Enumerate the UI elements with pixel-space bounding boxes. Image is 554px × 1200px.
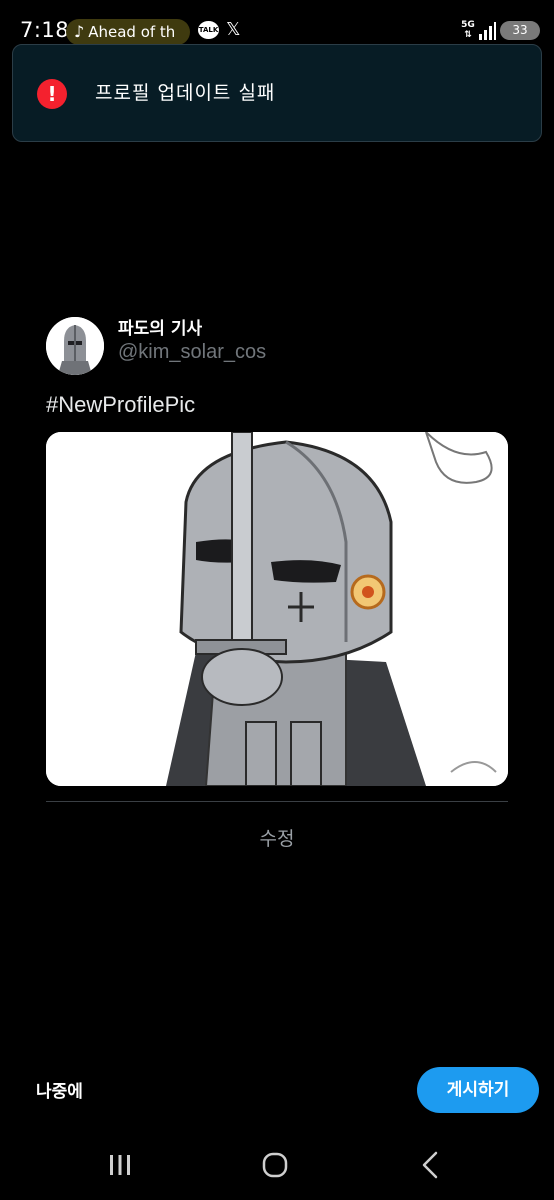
recent-apps-icon[interactable] [108, 1153, 132, 1177]
signal-icon [479, 22, 496, 40]
battery-level: 33 [512, 23, 528, 37]
battery-icon: 33 [500, 21, 540, 40]
user-handle: @kim_solar_cos [118, 341, 267, 363]
error-toast[interactable]: ! 프로필 업데이트 실패 [12, 44, 542, 142]
home-icon[interactable] [262, 1152, 288, 1178]
knight-avatar-image [46, 317, 104, 375]
divider [46, 801, 508, 802]
post-text: #NewProfilePic [46, 392, 196, 417]
display-name: 파도의 기사 [118, 319, 203, 339]
back-icon[interactable] [420, 1151, 440, 1179]
music-note-icon: ♪ [74, 22, 85, 41]
later-button[interactable]: 나중에 [36, 1077, 83, 1102]
error-icon: ! [37, 79, 67, 109]
post-button[interactable]: 게시하기 [417, 1067, 539, 1113]
toast-message: 프로필 업데이트 실패 [95, 82, 276, 104]
network-icon: 5G ⇅ [461, 20, 475, 40]
kakaotalk-icon: TALK [198, 21, 219, 39]
edit-button[interactable]: 수정 [0, 824, 554, 851]
media-chip[interactable]: ♪ Ahead of th [66, 19, 190, 45]
avatar [46, 317, 104, 375]
status-time: 7:18 [20, 18, 70, 42]
x-app-icon: 𝕏 [226, 19, 241, 40]
post-image[interactable] [46, 432, 508, 786]
media-title: Ahead of th [88, 23, 176, 41]
knight-illustration [46, 432, 508, 786]
network-label: 5G [461, 20, 475, 30]
